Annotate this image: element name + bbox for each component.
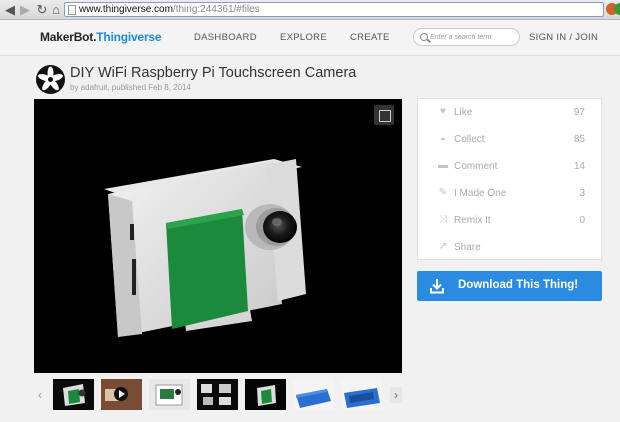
page-title: DIY WiFi Raspberry Pi Touchscreen Camera (70, 65, 357, 81)
extension-icon-2[interactable] (614, 3, 620, 15)
share-icon: ↗ (438, 241, 448, 252)
search-input[interactable] (430, 31, 518, 43)
stat-count: 14 (573, 161, 585, 172)
stat-label: I Made One (454, 188, 507, 199)
remix-icon: ⤨ (439, 214, 447, 225)
stat-label: Remix It (454, 215, 491, 226)
page-icon (68, 5, 76, 15)
nav-create[interactable]: CREATE (350, 32, 390, 43)
thumbnail-1[interactable] (53, 379, 94, 410)
thumbnail-3[interactable] (149, 379, 190, 410)
thumbnail-image (101, 379, 142, 410)
collect-button[interactable]: ◒ Collect 85 (418, 126, 601, 153)
makerbot-thingiverse-logo[interactable]: MakerBot.Thingiverse (40, 30, 162, 44)
site-header: MakerBot.Thingiverse DASHBOARD EXPLORE C… (0, 20, 620, 56)
sign-in-join-link[interactable]: SIGN IN / JOIN (529, 32, 598, 43)
thumbnail-5[interactable] (245, 379, 286, 410)
collect-icon: ◒ (439, 133, 447, 144)
nav-explore[interactable]: EXPLORE (280, 32, 327, 43)
thumbnail-image (257, 385, 276, 406)
download-button[interactable]: Download This Thing! (417, 271, 602, 301)
heart-icon: ♥ (440, 106, 446, 117)
stat-label: Share (454, 242, 481, 253)
forward-icon[interactable]: ▶ (17, 2, 33, 18)
thumbnail-image (63, 384, 86, 406)
adafruit-flower-icon (38, 66, 63, 91)
stat-count: 3 (579, 188, 585, 199)
thumbnail-7[interactable] (341, 379, 382, 410)
made-one-button[interactable]: ✎ I Made One 3 (418, 180, 601, 207)
thumbnail-2[interactable] (101, 379, 142, 410)
thumb-next-button[interactable]: › (390, 387, 402, 403)
download-label: Download This Thing! (458, 279, 579, 291)
comment-button[interactable]: ▬ Comment 14 (418, 153, 601, 180)
address-bar[interactable]: www.thingiverse.com/thing:244361/#files (64, 2, 604, 17)
stats-panel: ♥ Like 97 ◒ Collect 85 ▬ Comment 14 ✎ I … (417, 98, 602, 260)
url-host: www.thingiverse.com (79, 4, 173, 15)
download-icon (430, 279, 444, 294)
browser-toolbar: ◀ ▶ ↻ ⌂ www.thingiverse.com/thing:244361… (0, 0, 620, 20)
search-box[interactable] (413, 28, 520, 46)
stat-count: 85 (573, 134, 585, 145)
thumbnail-6[interactable] (293, 379, 334, 410)
comment-icon: ▬ (438, 160, 448, 171)
thumbnail-image (344, 388, 380, 408)
made-icon: ✎ (438, 187, 448, 198)
thumbnail-4[interactable] (197, 379, 238, 410)
share-button[interactable]: ↗ Share (418, 234, 601, 261)
byline: by adafruit, published Feb 8, 2014 (70, 83, 191, 92)
avatar[interactable] (36, 65, 65, 94)
nav-dashboard[interactable]: DASHBOARD (194, 32, 257, 43)
camera-case-image (104, 159, 306, 337)
stat-label: Comment (454, 161, 498, 172)
home-icon[interactable]: ⌂ (48, 2, 64, 18)
stat-label: Collect (454, 134, 485, 145)
thumbnail-image (201, 384, 231, 405)
thumbnail-image (296, 389, 331, 408)
like-button[interactable]: ♥ Like 97 (418, 99, 601, 126)
stat-count: 0 (579, 215, 585, 226)
back-icon[interactable]: ◀ (2, 2, 18, 18)
thumb-prev-button[interactable]: ‹ (34, 387, 46, 403)
remix-button[interactable]: ⤨ Remix It 0 (418, 207, 601, 234)
stat-label: Like (454, 107, 473, 118)
image-viewer[interactable] (34, 99, 402, 373)
thumbnail-strip: ‹ › (34, 379, 402, 411)
url-path: /thing:244361/#files (172, 4, 260, 15)
fullscreen-button[interactable] (374, 105, 394, 125)
thumbnail-image (149, 379, 190, 410)
search-icon (420, 33, 428, 41)
stat-count: 97 (573, 107, 585, 118)
